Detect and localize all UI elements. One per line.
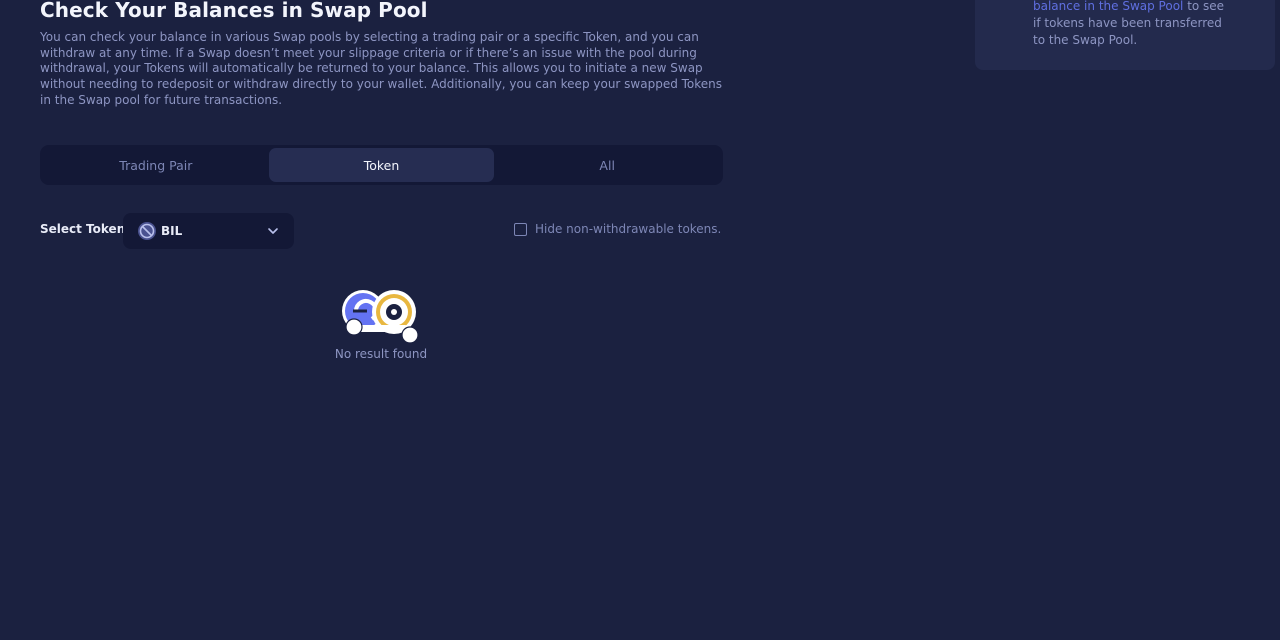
chevron-down-icon bbox=[266, 224, 280, 238]
hide-non-withdrawable-checkbox[interactable] bbox=[514, 222, 527, 236]
hide-non-withdrawable-toggle[interactable]: Hide non-withdrawable tokens. bbox=[514, 222, 721, 236]
swap-pool-balance-page: Check Your Balances in Swap Pool You can… bbox=[0, 0, 1280, 640]
no-result-text: No result found bbox=[334, 347, 428, 361]
empty-state: No result found bbox=[300, 283, 462, 361]
no-result-illustration bbox=[342, 290, 419, 344]
page-title: Check Your Balances in Swap Pool bbox=[40, 0, 428, 22]
tab-all[interactable]: All bbox=[494, 148, 720, 182]
selected-token-name: BIL bbox=[161, 224, 183, 238]
tab-trading-pair[interactable]: Trading Pair bbox=[43, 148, 269, 182]
info-card-text: balance in the Swap Pool to see if token… bbox=[1033, 0, 1233, 49]
token-select-dropdown[interactable]: BIL bbox=[123, 213, 294, 249]
swap-pool-balance-link[interactable]: balance in the Swap Pool bbox=[1033, 0, 1183, 13]
tab-token[interactable]: Token bbox=[268, 148, 495, 182]
info-card: balance in the Swap Pool to see if token… bbox=[975, 0, 1275, 70]
select-token-label: Select Token bbox=[40, 222, 126, 236]
page-description: You can check your balance in various Sw… bbox=[40, 30, 723, 107]
blocked-circle-icon bbox=[137, 221, 157, 241]
balance-view-tabs: Trading Pair Token All bbox=[40, 145, 723, 185]
hide-non-withdrawable-label: Hide non-withdrawable tokens. bbox=[535, 222, 722, 236]
